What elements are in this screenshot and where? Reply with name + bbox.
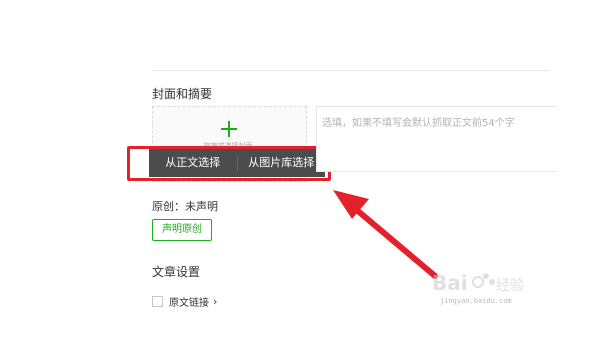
svg-text:Bai: Bai [432,271,468,295]
baidu-watermark-logo: Bai 经验 [432,271,524,295]
editor-panel: 封面和摘要 拖拽或选择封面 从正文选择 从图片库选择 选填，如果不填写会默认抓取… [0,0,600,340]
svg-text:经验: 经验 [496,278,524,294]
watermark-domain: jingyan.baidu.com [440,297,512,305]
